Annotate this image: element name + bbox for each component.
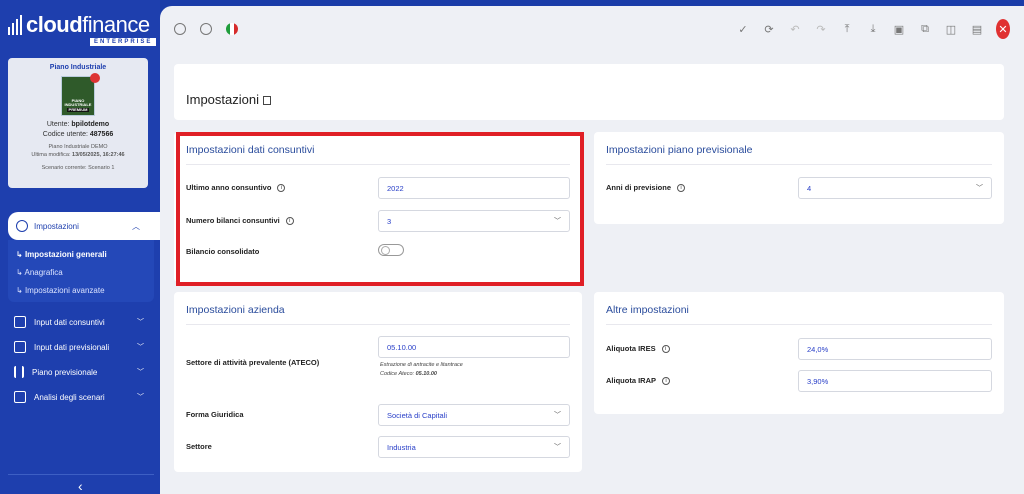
redo-icon[interactable]: ↷ bbox=[814, 23, 828, 36]
ultimo-anno-input[interactable]: 2022 bbox=[378, 177, 570, 199]
copy-icon[interactable]: ⧉ bbox=[918, 23, 932, 36]
panel-altre-impostazioni: Altre impostazioni Aliquota IRES i 24,0% … bbox=[594, 292, 1004, 414]
chevron-up-icon: ︿ bbox=[132, 221, 140, 231]
chevron-down-icon: ﹀ bbox=[137, 394, 144, 401]
document-icon bbox=[262, 96, 271, 105]
sub-item-anagrafica[interactable]: ↳ Anagrafica bbox=[8, 264, 154, 282]
aliquota-ires-input[interactable]: 24,0% bbox=[798, 338, 992, 360]
edit-icon bbox=[14, 341, 26, 353]
nav-item-piano-previsionale[interactable]: Piano previsionale ﹀ bbox=[14, 366, 144, 378]
toolbar: ✓ ⟳ ↶ ↷ ⤒ ⤓ ▣ ⧉ ◫ ▤ ✕ bbox=[160, 6, 1024, 50]
sidebar-divider bbox=[8, 474, 154, 475]
settore-select[interactable]: Industria ﹀ bbox=[378, 436, 570, 458]
columns-icon bbox=[14, 391, 26, 403]
label-numero-bilanci: Numero bilanci consuntivi i bbox=[186, 216, 294, 225]
gear-icon bbox=[16, 220, 28, 232]
undo-icon[interactable]: ↶ bbox=[788, 23, 802, 36]
panel-piano-previsionale: Impostazioni piano previsionale Anni di … bbox=[594, 132, 1004, 224]
refresh-icon[interactable]: ⟳ bbox=[762, 23, 776, 36]
sidebar: cloudfinance ENTERPRISE Piano Industrial… bbox=[0, 0, 160, 494]
user-code-line: Codice utente: 487566 bbox=[42, 131, 114, 138]
label-settore: Settore bbox=[186, 442, 212, 451]
main-area: ✓ ⟳ ↶ ↷ ⤒ ⤓ ▣ ⧉ ◫ ▤ ✕ Impostazioni Impos… bbox=[160, 6, 1024, 494]
info-icon[interactable]: i bbox=[661, 344, 670, 353]
label-ultimo-anno: Ultimo anno consuntivo i bbox=[186, 183, 286, 192]
label-aliquota-irap: Aliquota IRAP i bbox=[606, 376, 670, 385]
upload-icon[interactable]: ⤒ bbox=[840, 23, 854, 36]
info-icon[interactable]: i bbox=[277, 183, 286, 192]
section-title: Impostazioni azienda bbox=[186, 304, 285, 316]
chevron-down-icon: ﹀ bbox=[137, 344, 144, 351]
chevron-down-icon: ﹀ bbox=[137, 319, 144, 326]
ateco-hint: Estrazione di antracite e litantrace Cod… bbox=[380, 362, 463, 377]
plan-name: Piano Industriale DEMO bbox=[48, 144, 108, 150]
section-title: Altre impostazioni bbox=[606, 304, 689, 316]
bilancio-consolidato-toggle[interactable] bbox=[378, 244, 404, 256]
chevron-down-icon: ﹀ bbox=[976, 185, 983, 192]
chevron-down-icon: ﹀ bbox=[137, 369, 144, 376]
label-bilancio-consolidato: Bilancio consolidato bbox=[186, 247, 260, 256]
label-settore-ateco: Settore di attività prevalente (ATECO) bbox=[186, 358, 320, 367]
support-icon[interactable] bbox=[174, 23, 186, 35]
nav-item-analisi-scenari[interactable]: Analisi degli scenari ﹀ bbox=[14, 391, 144, 403]
nav-item-impostazioni[interactable]: Impostazioni ︿ bbox=[8, 212, 160, 240]
close-icon[interactable]: ✕ bbox=[996, 19, 1010, 39]
info-icon[interactable]: i bbox=[662, 376, 670, 385]
collapse-sidebar-icon[interactable]: ‹ bbox=[78, 478, 83, 494]
info-icon[interactable]: i bbox=[677, 183, 686, 192]
label-anni-previsione: Anni di previsione i bbox=[606, 183, 686, 192]
brand-edition: ENTERPRISE bbox=[90, 38, 157, 46]
section-title: Impostazioni dati consuntivi bbox=[186, 144, 315, 156]
chevron-down-icon: ﹀ bbox=[554, 444, 561, 451]
edit-icon bbox=[14, 316, 26, 328]
current-scenario: Scenario corrente: Scenario 1 bbox=[41, 165, 115, 171]
submenu: ↳ Impostazioni generali ↳ Anagrafica ↳ I… bbox=[8, 240, 154, 302]
download-icon[interactable]: ⤓ bbox=[866, 23, 880, 36]
forma-giuridica-select[interactable]: Società di Capitali ﹀ bbox=[378, 404, 570, 426]
section-title: Impostazioni piano previsionale bbox=[606, 144, 753, 156]
italian-flag-icon[interactable] bbox=[226, 23, 238, 35]
save-icon[interactable]: ▣ bbox=[892, 23, 906, 36]
ateco-input[interactable]: 05.10.00 bbox=[378, 336, 570, 358]
nav: Impostazioni ︿ bbox=[0, 212, 160, 240]
layout-icon[interactable]: ▤ bbox=[970, 23, 984, 36]
help-icon[interactable] bbox=[200, 23, 212, 35]
chevron-down-icon: ﹀ bbox=[554, 218, 561, 225]
chevron-down-icon: ﹀ bbox=[554, 412, 561, 419]
anni-previsione-select[interactable]: 4 ﹀ bbox=[798, 177, 992, 199]
brand-name: cloudfinance bbox=[26, 12, 150, 37]
page-title: Impostazioni bbox=[186, 92, 271, 107]
panel-dati-consuntivi: Impostazioni dati consuntivi Ultimo anno… bbox=[174, 132, 582, 282]
premium-badge-icon: PIANO INDUSTRIALE PREMIUM bbox=[61, 73, 100, 116]
logo-bars-icon bbox=[8, 15, 22, 35]
plan-card: Piano Industriale PIANO INDUSTRIALE PREM… bbox=[8, 58, 148, 188]
label-forma-giuridica: Forma Giuridica bbox=[186, 410, 244, 419]
check-icon[interactable]: ✓ bbox=[736, 23, 750, 36]
plan-card-title: Piano Industriale bbox=[49, 64, 107, 71]
label-aliquota-ires: Aliquota IRES i bbox=[606, 344, 670, 353]
split-view-icon[interactable]: ◫ bbox=[944, 23, 958, 36]
last-edit-line: Ultima modifica: 13/05/2025, 16:27:46 bbox=[31, 152, 125, 158]
sub-item-impostazioni-generali[interactable]: ↳ Impostazioni generali bbox=[8, 246, 154, 264]
nav-item-input-previsionali[interactable]: Input dati previsionali ﹀ bbox=[14, 341, 144, 353]
nav-item-input-consuntivi[interactable]: Input dati consuntivi ﹀ bbox=[14, 316, 144, 328]
bar-chart-icon bbox=[14, 366, 24, 378]
user-line: Utente: bpilotdemo bbox=[46, 121, 110, 128]
panel-impostazioni-azienda: Impostazioni azienda Settore di attività… bbox=[174, 292, 582, 472]
badge-flag-icon bbox=[90, 73, 100, 83]
logo: cloudfinance bbox=[8, 14, 150, 36]
aliquota-irap-input[interactable]: 3,90% bbox=[798, 370, 992, 392]
sub-item-impostazioni-avanzate[interactable]: ↳ Impostazioni avanzate bbox=[8, 282, 154, 300]
title-panel: Impostazioni bbox=[174, 64, 1004, 120]
info-icon[interactable]: i bbox=[285, 216, 294, 225]
numero-bilanci-select[interactable]: 3 ﹀ bbox=[378, 210, 570, 232]
